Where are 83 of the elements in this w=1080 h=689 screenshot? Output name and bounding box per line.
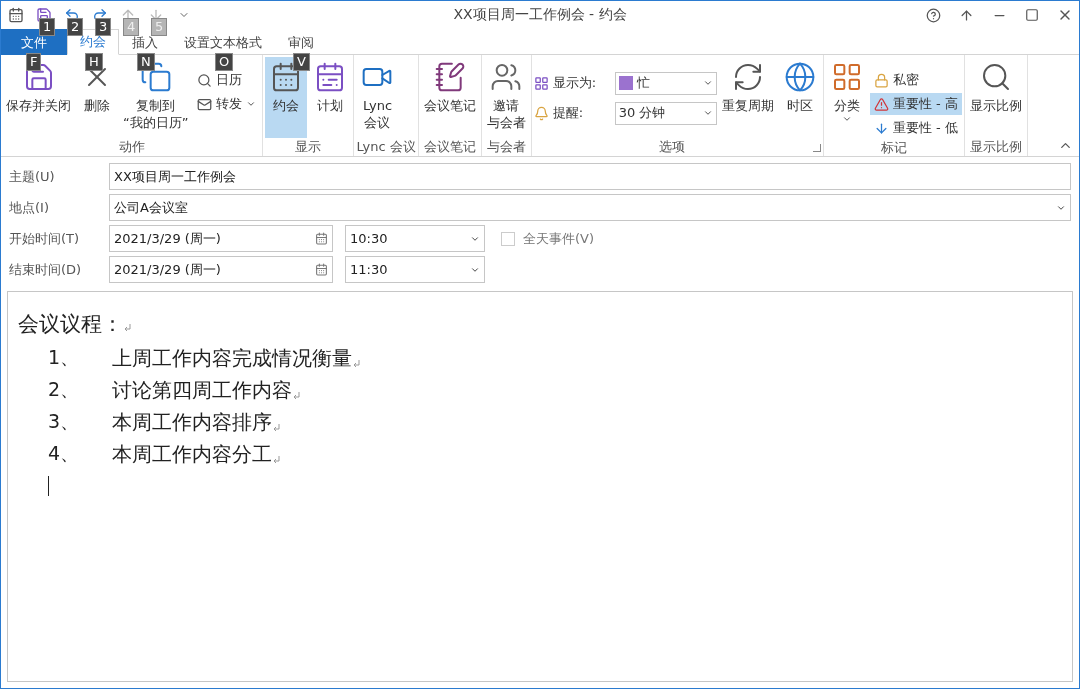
ribbon-button[interactable]: 转发 xyxy=(193,93,261,115)
list-number: 1、 xyxy=(48,345,81,370)
checkbox[interactable] xyxy=(501,231,515,246)
group-label: 显示 xyxy=(294,138,323,156)
calendar-icon xyxy=(315,263,328,276)
group-label: 会议笔记 xyxy=(422,138,477,156)
paragraph-mark-icon xyxy=(274,456,280,464)
ribbon-button[interactable]: 时区 xyxy=(778,57,821,138)
keytip-tooltip: 5 xyxy=(151,18,168,36)
down-arrow-icon xyxy=(873,120,889,136)
window-title: XX项目周一工作例会 - 约会 xyxy=(453,6,627,22)
body-heading: 会议议程： xyxy=(18,311,123,338)
list-number: 2、 xyxy=(48,377,81,402)
keytip-tooltip: N xyxy=(137,53,155,71)
caret-icon xyxy=(702,108,713,118)
ribbon-button[interactable]: 重复周期 xyxy=(718,57,777,138)
message-body[interactable]: 会议议程： 1、 上周工作内容完成情况衡量 2、 讨论第四周工作内容 3、 本周工作内容排序 4、 本周工作内容分工 xyxy=(7,291,1073,682)
location-field[interactable]: 公司A会议室 xyxy=(109,194,1071,221)
time-field[interactable]: 10:30 xyxy=(345,225,485,252)
ribbon-button[interactable]: Lync 会议 xyxy=(356,57,399,138)
group-label: Lync 会议 xyxy=(356,138,416,156)
button-label: 邀请 xyxy=(493,97,520,114)
globe-icon xyxy=(783,61,816,93)
dialog-launcher-icon[interactable] xyxy=(812,144,821,152)
ribbon-tab[interactable]: 审阅 xyxy=(275,29,327,55)
ribbon-button[interactable]: 邀请 与会者 xyxy=(483,57,529,138)
bell-icon xyxy=(533,105,549,121)
time-field[interactable]: 11:30 xyxy=(345,256,485,283)
people-icon xyxy=(490,61,523,93)
group-label: 显示比例 xyxy=(968,138,1023,156)
dropdown-field[interactable]: 30 分钟 xyxy=(614,101,717,125)
help-icon[interactable] xyxy=(926,7,941,23)
keytip-tooltip: O xyxy=(215,53,234,71)
field-label: 开始时间(T) xyxy=(9,229,81,248)
paragraph-mark-icon xyxy=(294,392,300,400)
keytip-tooltip: 1 xyxy=(39,18,56,36)
mail-icon xyxy=(197,96,213,112)
lock-icon xyxy=(873,72,889,88)
keytip-tooltip: H xyxy=(85,53,103,71)
field-label: 地点(I) xyxy=(9,198,50,217)
ribbon-button[interactable]: 重要性 - 高 xyxy=(869,93,962,115)
keytip-tooltip: 4 xyxy=(123,18,140,36)
list-number: 3、 xyxy=(48,409,81,434)
ribbon-button[interactable]: 日历 xyxy=(193,69,261,91)
ribbon-button[interactable]: 私密 xyxy=(869,69,962,91)
calendar-icon[interactable] xyxy=(8,7,24,23)
group-label: 选项 xyxy=(658,138,687,156)
calendar-icon xyxy=(315,232,328,245)
date-field[interactable]: 2021/3/29 (周一) xyxy=(109,225,333,252)
subject-field[interactable]: XX项目周一工作例会 xyxy=(109,163,1071,190)
field-label: 主题(U) xyxy=(9,167,56,186)
checkbox-label: 全天事件(V) xyxy=(523,229,595,248)
paragraph-mark-icon xyxy=(354,360,360,368)
keytip-tooltip: V xyxy=(293,53,310,71)
group-label: 与会者 xyxy=(485,138,527,156)
ribbon-button[interactable]: 重要性 - 低 xyxy=(869,117,962,139)
text-cursor xyxy=(48,476,49,496)
date-field[interactable]: 2021/3/29 (周一) xyxy=(109,256,333,283)
button-label: 与会者 xyxy=(486,114,526,131)
paragraph-mark-icon xyxy=(274,424,280,432)
notebook-icon xyxy=(433,61,466,93)
keytip-tooltip: 2 xyxy=(67,18,84,36)
group-label: 动作 xyxy=(117,138,146,156)
ribbon-button[interactable]: 会议笔记 xyxy=(420,57,479,138)
list-item-text: 本周工作内容分工 xyxy=(112,441,272,467)
ribbon-tab[interactable]: 设置文本格式 xyxy=(171,29,275,55)
keytip-tooltip: 3 xyxy=(95,18,112,36)
ribbon-button[interactable]: 计划 xyxy=(309,57,352,138)
list-item-text: 本周工作内容排序 xyxy=(112,409,272,435)
list-number: 4、 xyxy=(48,441,81,466)
caret-icon xyxy=(702,78,713,88)
dropdown-field[interactable]: 忙 xyxy=(614,71,717,95)
ribbon-button[interactable]: 显示比例 xyxy=(966,57,1025,138)
maximize-icon[interactable] xyxy=(1025,8,1039,22)
field-label: 结束时间(D) xyxy=(9,260,83,279)
field-label: 提醒: xyxy=(552,104,585,122)
paragraph-mark-icon xyxy=(125,324,131,332)
field-label: 显示为: xyxy=(552,74,598,92)
list-item-text: 上周工作内容完成情况衡量 xyxy=(112,345,352,371)
keytip-tooltip: F xyxy=(26,53,42,71)
group-label: 标记 xyxy=(879,139,908,157)
ribbon-button[interactable]: 分类 xyxy=(825,57,868,139)
list-item-text: 讨论第四周工作内容 xyxy=(112,377,292,403)
